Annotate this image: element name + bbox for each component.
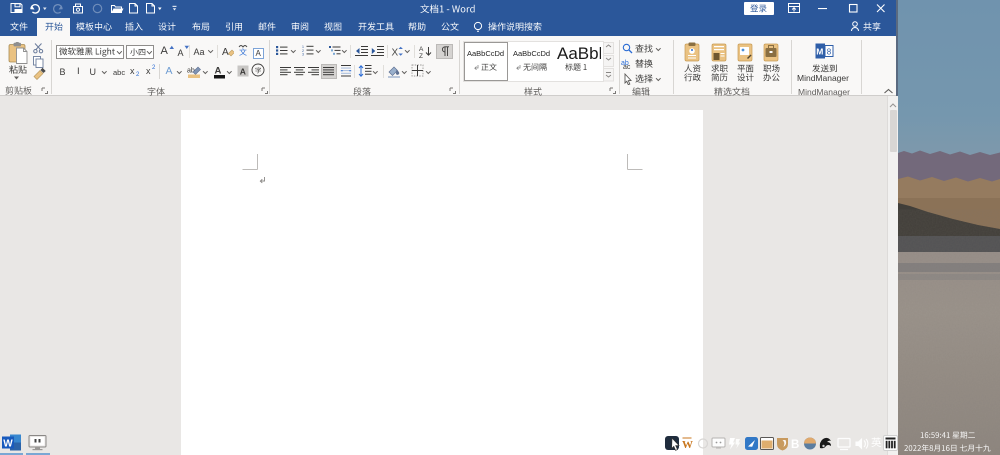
- svg-text:Z: Z: [419, 53, 423, 58]
- svg-text:X: X: [392, 48, 399, 59]
- svg-text:3: 3: [302, 53, 304, 57]
- svg-text:B: B: [791, 439, 799, 451]
- svg-text:W: W: [682, 439, 693, 451]
- svg-text:A: A: [222, 47, 229, 57]
- svg-text:A: A: [239, 66, 245, 76]
- svg-text:A: A: [419, 46, 424, 53]
- svg-text:ac: ac: [623, 64, 631, 69]
- svg-text:W: W: [3, 439, 13, 450]
- svg-text:A: A: [215, 66, 222, 77]
- svg-text:8: 8: [827, 48, 832, 57]
- svg-text:M: M: [816, 47, 823, 57]
